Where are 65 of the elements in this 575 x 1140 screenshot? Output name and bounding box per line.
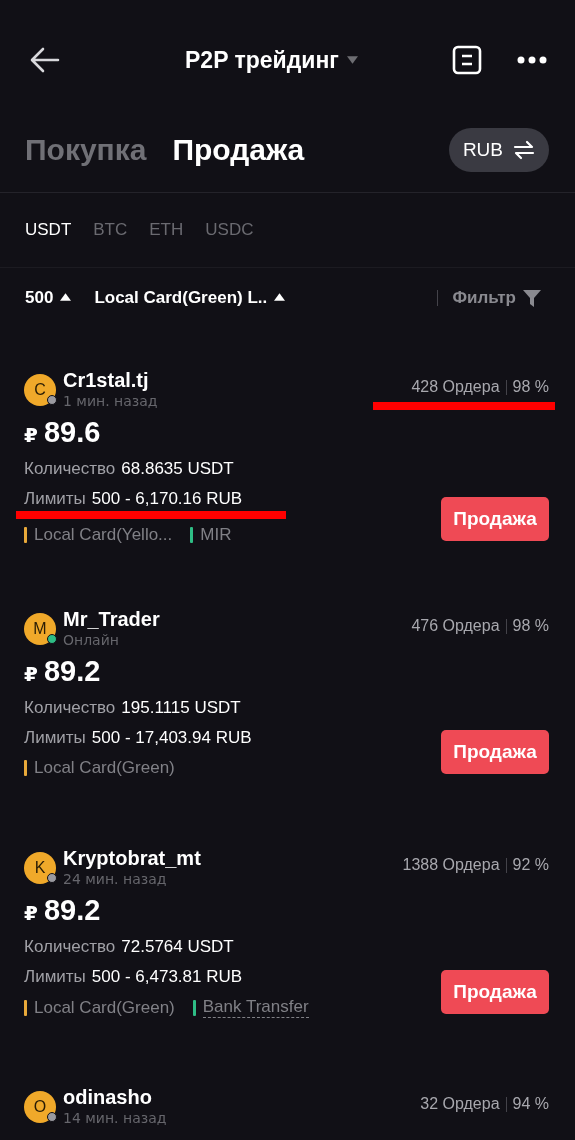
quantity-value: 195.1115 USDT (121, 698, 241, 718)
quantity-label: Количество (24, 459, 116, 479)
completion-rate: 94 % (512, 1095, 549, 1113)
coin-tab[interactable]: USDC (205, 220, 254, 240)
quantity-value: 68.8635 USDT (121, 459, 234, 479)
order-count: 32 Ордера (420, 1095, 500, 1113)
price: 89.2 (43, 894, 101, 927)
limits-value: 500 - 6,170.16 RUB (91, 489, 243, 509)
order-count: 476 Ордера (411, 617, 500, 635)
price: 89.6 (43, 416, 101, 449)
last-seen: 24 мин. назад (63, 870, 168, 888)
page-title[interactable]: P2P трейдинг (185, 46, 339, 74)
payment-method: MIR (200, 525, 232, 545)
caret-up-icon (60, 293, 72, 301)
coin-tab[interactable]: ETH (149, 220, 184, 240)
funnel-icon[interactable] (523, 289, 541, 307)
filter-button[interactable]: Фильтр (452, 288, 516, 308)
currency-button[interactable]: RUB (448, 128, 549, 172)
avatar: O (24, 1091, 56, 1123)
limits-label: Лимиты (24, 489, 86, 509)
quantity-value: 72.5764 USDT (121, 937, 234, 957)
order-count: 428 Ордера (411, 378, 500, 396)
last-seen: Онлайн (63, 631, 120, 649)
merchant-name[interactable]: Kryptobrat_mt (63, 846, 201, 870)
merchant-name[interactable]: Cr1stal.tj (63, 368, 158, 392)
completion-rate: 98 % (512, 378, 549, 396)
orders-icon[interactable] (452, 45, 482, 75)
limits-label: Лимиты (24, 967, 86, 987)
payment-method: Local Card(Yello... (34, 525, 173, 545)
avatar: K (24, 852, 56, 884)
last-seen: 1 мин. назад (63, 392, 158, 410)
limits-label: Лимиты (24, 728, 86, 748)
side-tab[interactable]: Продажа (172, 133, 305, 167)
payment-method: Local Card(Green) (34, 758, 175, 778)
limits-value: 500 - 6,473.81 RUB (91, 967, 243, 987)
avatar: C (24, 374, 56, 406)
completion-rate: 98 % (512, 617, 549, 635)
merchant-name[interactable]: Mr_Trader (63, 607, 160, 631)
payment-method: Bank Transfer (202, 997, 309, 1018)
price: 89.2 (43, 655, 101, 688)
currency-sign: ₽ (24, 423, 38, 447)
side-tab[interactable]: Покупка (25, 133, 147, 167)
swap-icon (513, 140, 535, 160)
avatar: M (24, 613, 56, 645)
order-count: 1388 Ордера (402, 856, 500, 874)
currency-sign: ₽ (24, 901, 38, 925)
currency-sign: ₽ (24, 662, 38, 686)
sell-button[interactable]: Продажа (441, 497, 549, 541)
sell-button[interactable]: Продажа (441, 730, 549, 774)
caret-up-icon (274, 293, 286, 301)
last-seen: 14 мин. назад (63, 1109, 167, 1127)
coin-tab[interactable]: BTC (93, 220, 128, 240)
amount-filter[interactable]: 500 (25, 288, 54, 308)
payment-method: Local Card(Green) (34, 997, 175, 1018)
back-arrow-icon[interactable] (30, 47, 60, 73)
completion-rate: 92 % (512, 856, 549, 874)
sell-button[interactable]: Продажа (441, 970, 549, 1014)
merchant-name[interactable]: odinasho (63, 1085, 167, 1109)
quantity-label: Количество (24, 698, 116, 718)
quantity-label: Количество (24, 937, 116, 957)
coin-tab[interactable]: USDT (25, 220, 72, 240)
limits-value: 500 - 17,403.94 RUB (91, 728, 252, 748)
payment-filter[interactable]: Local Card(Green) L.. (94, 288, 268, 308)
dropdown-caret-icon[interactable] (346, 56, 358, 64)
more-icon[interactable] (517, 56, 547, 64)
